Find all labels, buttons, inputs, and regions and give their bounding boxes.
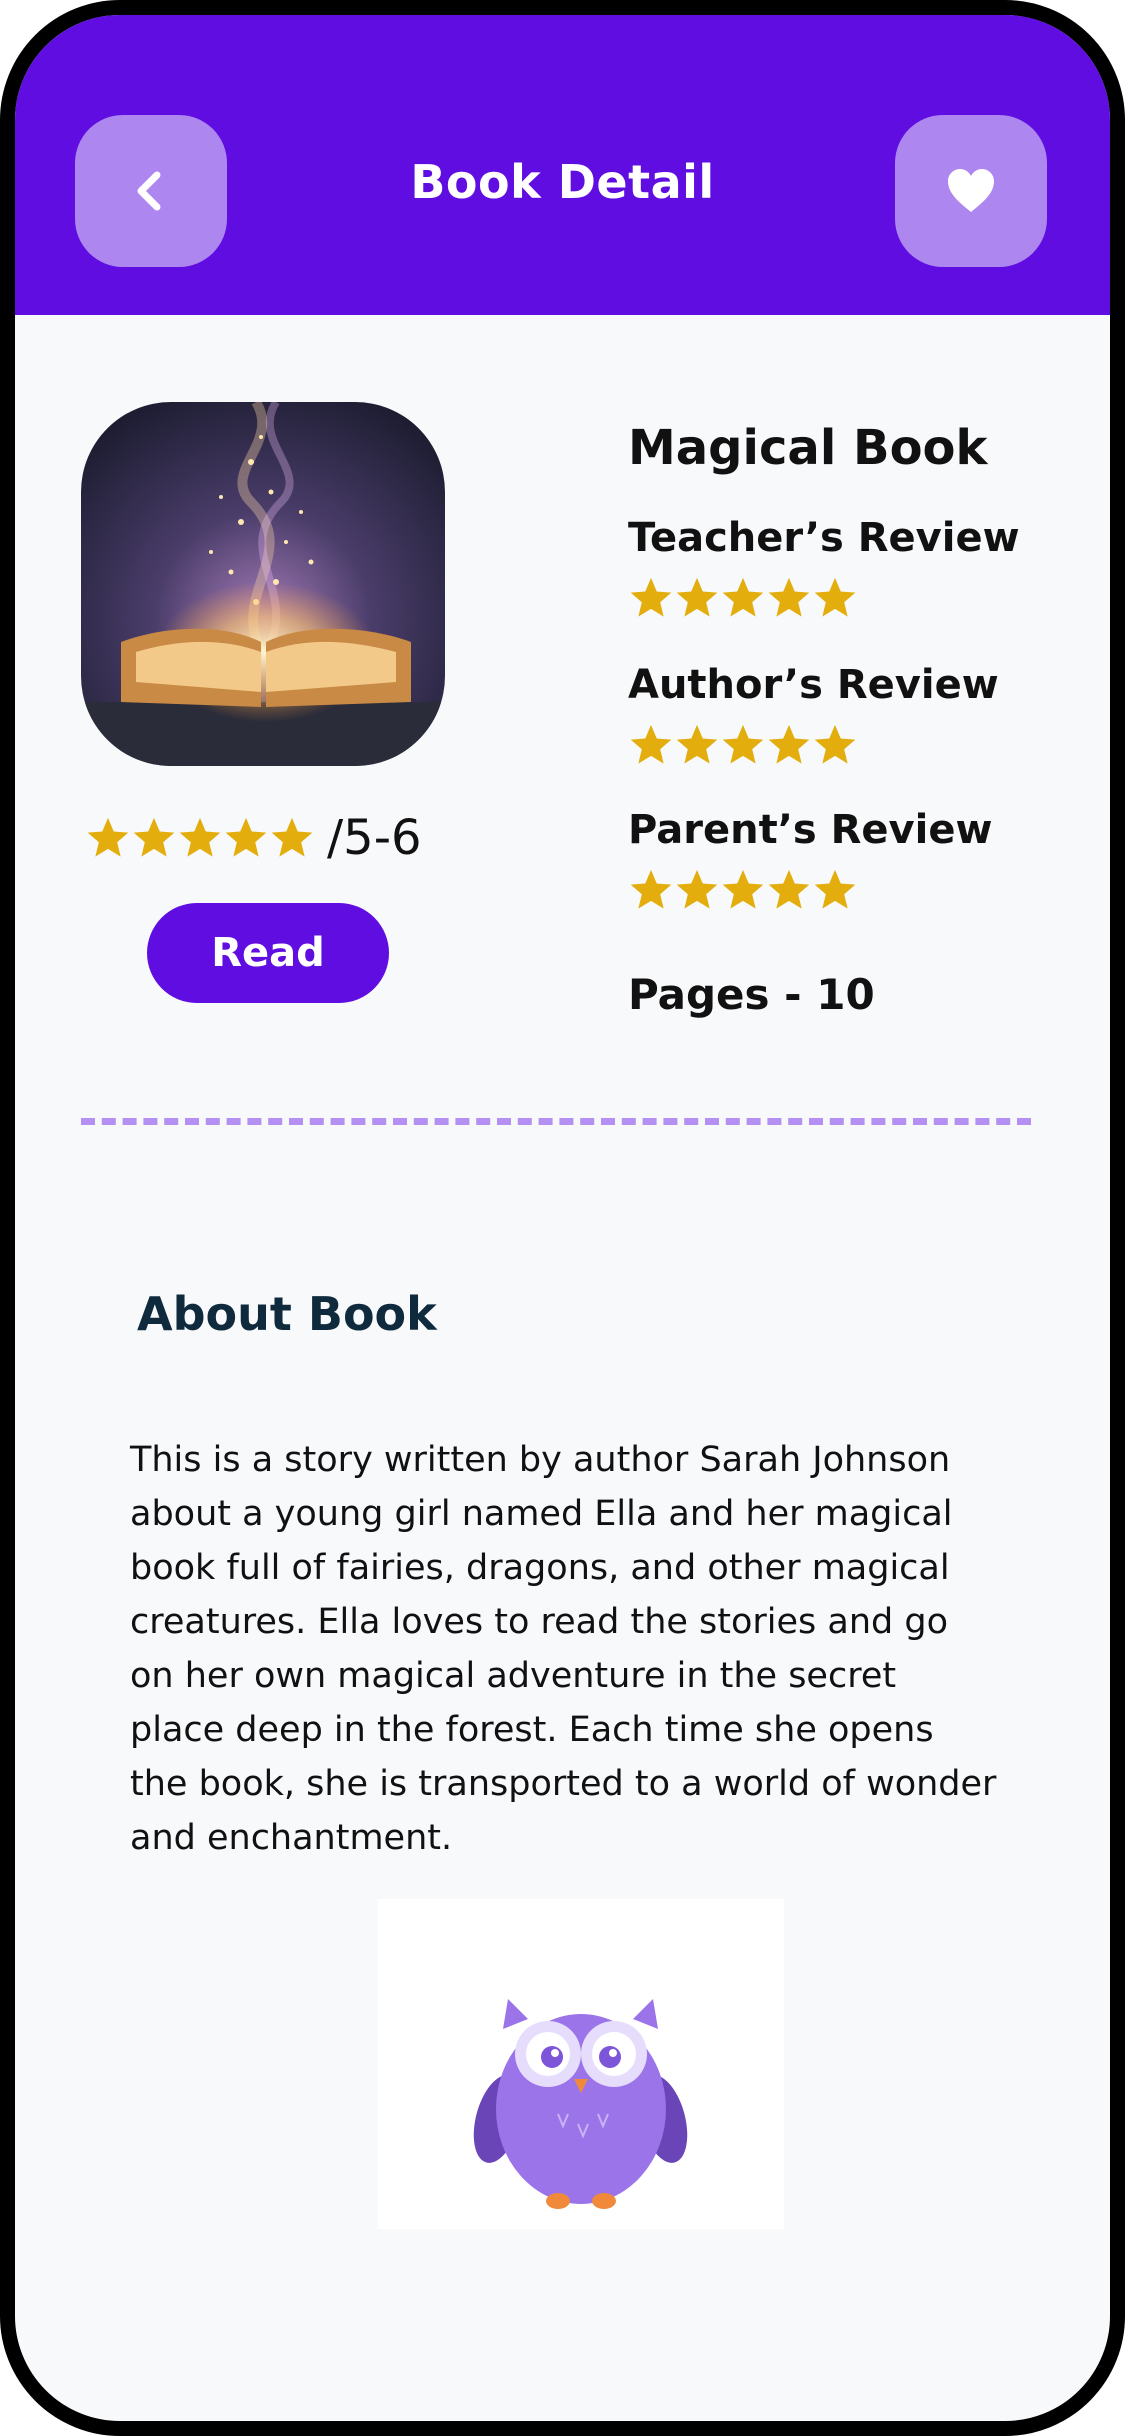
- book-cover-image: [81, 402, 445, 766]
- star-icon: [768, 724, 810, 764]
- star-icon: [271, 817, 313, 857]
- star-icon: [630, 577, 672, 617]
- star-icon: [630, 869, 672, 909]
- read-button[interactable]: Read: [147, 903, 389, 1003]
- star-icon: [722, 869, 764, 909]
- star-icon: [225, 817, 267, 857]
- star-icon: [133, 817, 175, 857]
- star-icon: [676, 869, 718, 909]
- page-count: Pages - 10: [628, 970, 875, 1019]
- star-icon: [87, 817, 129, 857]
- star-icon: [722, 724, 764, 764]
- author-review-stars: [628, 722, 858, 768]
- book-rating: /5-6: [85, 810, 422, 866]
- about-description: This is a story written by author Sarah …: [130, 1440, 997, 1858]
- favorite-button[interactable]: [895, 115, 1047, 267]
- parent-review-stars: [628, 867, 858, 913]
- rating-stars: [85, 815, 315, 861]
- age-range: /5-6: [327, 810, 422, 866]
- star-icon: [722, 577, 764, 617]
- teacher-review-label: Teacher’s Review: [628, 515, 1020, 561]
- star-icon: [814, 869, 856, 909]
- star-icon: [768, 577, 810, 617]
- star-icon: [768, 869, 810, 909]
- star-icon: [814, 724, 856, 764]
- book-title: Magical Book: [628, 420, 988, 476]
- star-icon: [676, 724, 718, 764]
- star-icon: [676, 577, 718, 617]
- star-icon: [630, 724, 672, 764]
- star-icon: [814, 577, 856, 617]
- parent-review-label: Parent’s Review: [628, 807, 993, 853]
- star-icon: [179, 817, 221, 857]
- section-divider: [81, 1118, 1031, 1125]
- phone-frame: Book Detail /5-6 Read Magical Book Teach…: [0, 0, 1125, 2436]
- app-header: Book Detail: [15, 15, 1110, 315]
- teacher-review-stars: [628, 575, 858, 621]
- heart-icon: [948, 169, 994, 212]
- owl-mascot-image: [378, 1899, 784, 2229]
- author-review-label: Author’s Review: [628, 662, 999, 708]
- about-title: About Book: [137, 1287, 437, 1341]
